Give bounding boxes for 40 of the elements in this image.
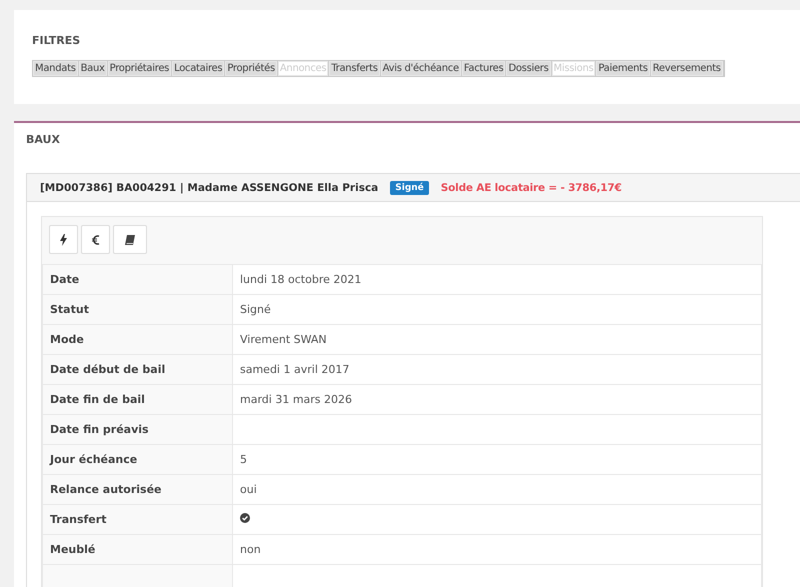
filter-tab[interactable]: Baux [78, 61, 108, 76]
field-value: Signé [232, 294, 762, 324]
filter-tab[interactable]: Propriétaires [108, 61, 172, 76]
balance-text: Solde AE locataire = - 3786,17€ [440, 182, 622, 194]
field-label: Date début de bail [42, 354, 232, 384]
action-button[interactable] [113, 225, 147, 254]
bolt-icon [59, 234, 68, 246]
field-label: Statut [42, 294, 232, 324]
field-label: Jour échéance [42, 444, 232, 474]
action-button[interactable] [49, 225, 78, 254]
field-label: Mode [42, 324, 232, 354]
field-value: oui [232, 474, 762, 504]
filter-tab[interactable]: Reversements [650, 61, 724, 76]
field-label: Transfert [42, 504, 232, 534]
book-icon [124, 234, 136, 246]
field-label: Meublé [42, 534, 232, 564]
filter-tab[interactable]: Avis d'échéance [380, 61, 462, 76]
lease-title: [MD007386] BA004291 | Madame ASSENGONE Ella Prisca [40, 182, 378, 194]
filter-tab[interactable]: Factures [462, 61, 506, 76]
status-badge: Signé [390, 180, 429, 194]
filter-tab[interactable]: Dossiers [506, 61, 552, 76]
field-label: Date fin de bail [42, 384, 232, 414]
action-button[interactable] [81, 225, 110, 254]
field-value: samedi 1 avril 2017 [232, 354, 762, 384]
filter-tab[interactable]: Mandats [33, 61, 79, 76]
field-value: non [232, 534, 762, 564]
filter-tab[interactable]: Locataires [172, 61, 226, 76]
field-label: Date fin préavis [42, 414, 232, 444]
field-value: Virement SWAN [232, 324, 762, 354]
panel-title: FILTRES [32, 34, 82, 47]
filter-tab[interactable]: Transferts [329, 61, 381, 76]
field-value: 5 [232, 444, 762, 474]
euro-icon [91, 234, 100, 246]
field-label: Relance autorisée [42, 474, 232, 504]
field-value: lundi 18 octobre 2021 [232, 264, 762, 294]
filter-tab[interactable]: Paiements [596, 61, 651, 76]
section-title: BAUX [26, 133, 61, 146]
filter-tab[interactable]: Propriétés [225, 61, 278, 76]
field-value: mardi 31 mars 2026 [232, 384, 762, 414]
field-label: Date [42, 264, 232, 294]
